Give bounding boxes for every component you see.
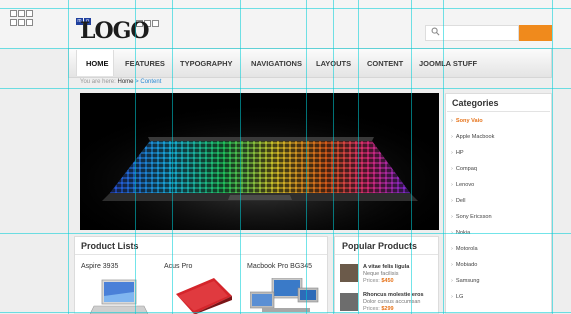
layout-badge bbox=[10, 10, 33, 19]
layout-guide bbox=[0, 88, 571, 89]
divider bbox=[335, 254, 438, 255]
product-name[interactable]: Acus Pro bbox=[164, 263, 192, 270]
layout-badge bbox=[10, 19, 33, 28]
bullet-arrow-icon: › bbox=[451, 150, 453, 156]
product-lists-title: Product Lists bbox=[81, 241, 139, 251]
bullet-arrow-icon: › bbox=[451, 214, 453, 220]
price-value: $450 bbox=[381, 278, 394, 284]
popular-product-price: Prices: $450 bbox=[363, 278, 394, 284]
bullet-arrow-icon: › bbox=[451, 294, 453, 300]
layout-guide bbox=[0, 312, 571, 313]
category-label: Sony Ericsson bbox=[455, 214, 492, 220]
breadcrumb-current: Content bbox=[140, 79, 162, 85]
bullet-arrow-icon: › bbox=[451, 118, 453, 124]
popular-product-name[interactable]: Rhoncus molestie eros bbox=[363, 292, 424, 298]
divider bbox=[75, 254, 327, 255]
laptop-image bbox=[80, 93, 439, 230]
nav-item-navigations[interactable]: NAVIGATIONS bbox=[251, 59, 302, 68]
nav-item-joomla-stuff[interactable]: JOOMLA STUFF bbox=[419, 59, 477, 68]
breadcrumb-home-link[interactable]: Home bbox=[117, 79, 133, 85]
category-item[interactable]: › Apple Macbook bbox=[451, 134, 494, 140]
category-label: Apple Macbook bbox=[455, 134, 495, 140]
category-item[interactable]: › HP bbox=[451, 150, 464, 156]
product-name[interactable]: Macbook Pro BG345 bbox=[247, 263, 312, 270]
bullet-arrow-icon: › bbox=[451, 262, 453, 268]
breadcrumb: You are here: Home > Content bbox=[80, 79, 161, 85]
site-logo[interactable]: LOGO bbox=[80, 18, 150, 44]
category-label: Dell bbox=[455, 198, 466, 204]
category-label: Compaq bbox=[455, 166, 478, 172]
product-name[interactable]: Aspire 3935 bbox=[81, 263, 118, 270]
hero-slideshow[interactable] bbox=[80, 93, 439, 230]
category-item[interactable]: › Motorola bbox=[451, 246, 478, 252]
product-laptop-image[interactable] bbox=[250, 278, 320, 314]
product-thumbnail[interactable] bbox=[340, 264, 358, 282]
category-item[interactable]: › Compaq bbox=[451, 166, 477, 172]
category-item[interactable]: › Sony Vaio bbox=[451, 118, 483, 124]
popular-products-title: Popular Products bbox=[342, 241, 418, 251]
layout-guide bbox=[0, 8, 571, 9]
bullet-arrow-icon: › bbox=[451, 198, 453, 204]
popular-product-name[interactable]: A vitae felis ligula bbox=[363, 264, 409, 270]
nav-item-features[interactable]: FEATURES bbox=[125, 59, 165, 68]
category-label: Samsung bbox=[455, 278, 480, 284]
category-label: HP bbox=[455, 150, 464, 156]
product-thumbnail[interactable] bbox=[340, 293, 358, 311]
product-laptop-image[interactable] bbox=[90, 278, 148, 314]
category-item[interactable]: › Lenovo bbox=[451, 182, 474, 188]
category-label: LG bbox=[455, 294, 464, 300]
bullet-arrow-icon: › bbox=[451, 182, 453, 188]
search-button[interactable] bbox=[519, 25, 552, 41]
divider bbox=[447, 111, 550, 112]
popular-product-desc: Neque facilisis bbox=[363, 271, 399, 277]
category-label: Mobiado bbox=[455, 262, 478, 268]
page: mo LOGO HOME FEATURES TYPOGRAPHY NAVIGAT… bbox=[0, 0, 571, 314]
category-label: Motorola bbox=[455, 246, 478, 252]
bullet-arrow-icon: › bbox=[451, 278, 453, 284]
category-item[interactable]: › Samsung bbox=[451, 278, 480, 284]
categories-title: Categories bbox=[452, 98, 499, 108]
layout-guide bbox=[0, 48, 571, 49]
nav-item-home[interactable]: HOME bbox=[86, 59, 109, 68]
search-icon bbox=[431, 27, 440, 36]
nav-item-content[interactable]: CONTENT bbox=[367, 59, 403, 68]
category-label: Lenovo bbox=[455, 182, 475, 188]
category-label: Sony Vaio bbox=[455, 118, 483, 124]
category-item[interactable]: › Mobiado bbox=[451, 262, 477, 268]
layout-guide bbox=[0, 233, 571, 234]
bullet-arrow-icon: › bbox=[451, 134, 453, 140]
category-item[interactable]: › Sony Ericsson bbox=[451, 214, 492, 220]
product-laptop-image[interactable] bbox=[170, 276, 236, 314]
price-label: Prices: bbox=[363, 278, 380, 284]
nav-item-typography[interactable]: TYPOGRAPHY bbox=[180, 59, 233, 68]
bullet-arrow-icon: › bbox=[451, 246, 453, 252]
bullet-arrow-icon: › bbox=[451, 166, 453, 172]
category-item[interactable]: › Dell bbox=[451, 198, 466, 204]
breadcrumb-prefix: You are here: bbox=[80, 79, 116, 85]
category-item[interactable]: › LG bbox=[451, 294, 463, 300]
